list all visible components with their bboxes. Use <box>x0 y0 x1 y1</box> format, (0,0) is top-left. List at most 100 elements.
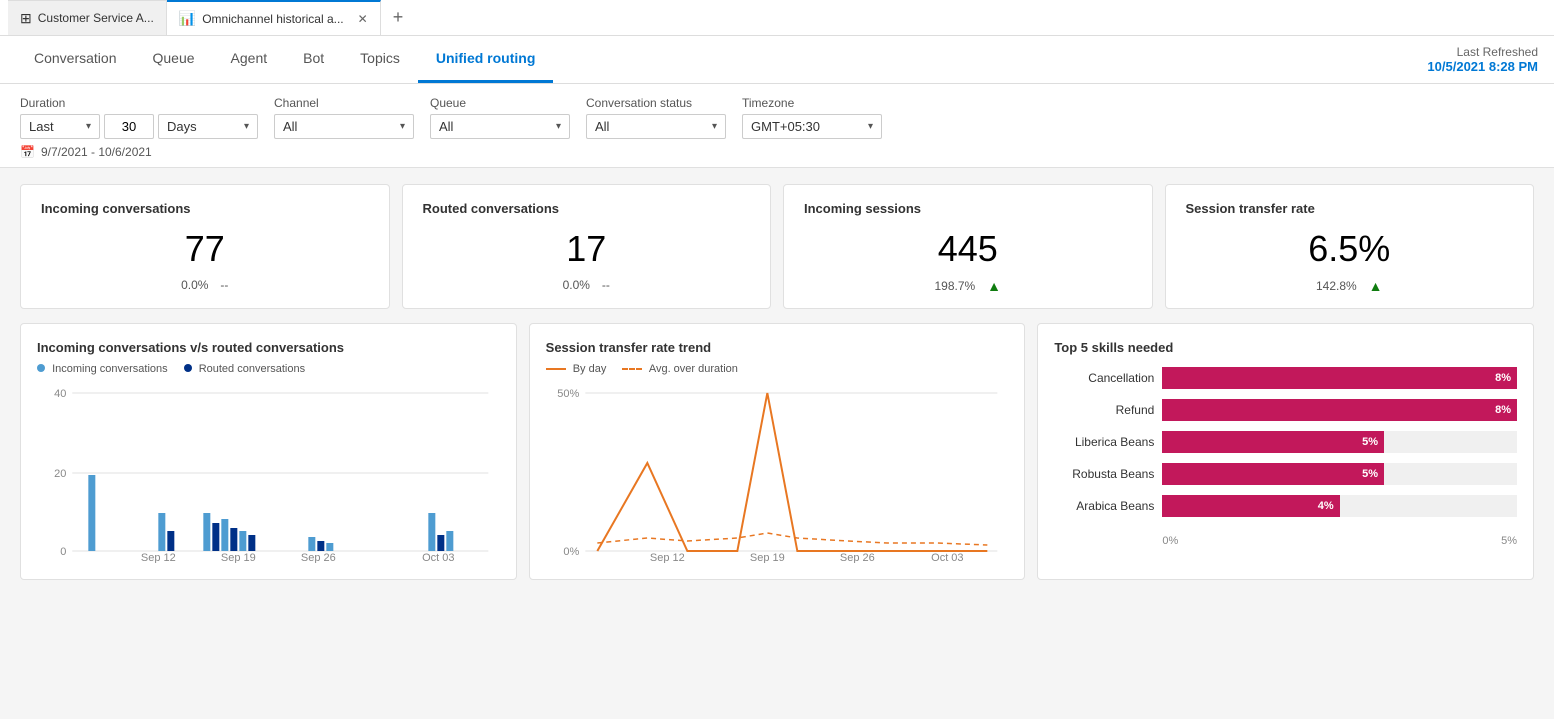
chevron-down-icon: ▾ <box>556 121 561 132</box>
svg-text:Oct 03: Oct 03 <box>931 552 963 563</box>
bar-chart-area: 40 20 0 <box>37 383 500 563</box>
skill-label: Cancellation <box>1054 371 1154 385</box>
duration-controls: Last ▾ Days ▾ <box>20 114 258 139</box>
skill-row: Liberica Beans 5% <box>1054 431 1517 453</box>
date-range: 📅 9/7/2021 - 10/6/2021 <box>20 145 1534 159</box>
tab-customer-service-label: Customer Service A... <box>38 11 154 25</box>
nav-tab-queue[interactable]: Queue <box>135 36 213 83</box>
skill-row: Robusta Beans 5% <box>1054 463 1517 485</box>
last-refreshed-label: Last Refreshed <box>1427 45 1538 59</box>
svg-text:Sep 19: Sep 19 <box>750 552 785 563</box>
timezone-filter: Timezone GMT+05:30 ▾ <box>742 96 882 139</box>
skill-bar-container: 8% <box>1162 399 1517 421</box>
skill-row: Refund 8% <box>1054 399 1517 421</box>
skill-bar: 5% <box>1162 431 1384 453</box>
skill-label: Liberica Beans <box>1054 435 1154 449</box>
skill-bar: 5% <box>1162 463 1384 485</box>
line-chart-card: Session transfer rate trend By day Avg. … <box>529 323 1026 580</box>
kpi-routed-conversations: Routed conversations 17 0.0% -- <box>402 184 772 309</box>
skill-bar-container: 4% <box>1162 495 1517 517</box>
duration-preset-select[interactable]: Last ▾ <box>20 114 100 139</box>
skill-bar-container: 8% <box>1162 367 1517 389</box>
svg-text:Sep 12: Sep 12 <box>141 552 176 563</box>
nav-tab-topics[interactable]: Topics <box>342 36 418 83</box>
kpi-row: Incoming conversations 77 0.0% -- Routed… <box>20 184 1534 309</box>
bar-chart-legend: Incoming conversations Routed conversati… <box>37 363 500 375</box>
kpi-transfer-value: 6.5% <box>1186 228 1514 270</box>
duration-value-input[interactable] <box>104 114 154 139</box>
last-refreshed-value: 10/5/2021 8:28 PM <box>1427 59 1538 74</box>
tab-customer-service[interactable]: ⊞ Customer Service A... <box>8 0 167 35</box>
kpi-routed-title: Routed conversations <box>423 201 751 216</box>
incoming-legend: Incoming conversations <box>37 363 168 375</box>
grid-icon: ⊞ <box>20 10 32 27</box>
nav-tab-conversation[interactable]: Conversation <box>16 36 135 83</box>
by-day-legend: By day <box>546 363 607 375</box>
bar-chart-svg: 40 20 0 <box>37 383 500 563</box>
skill-bar-container: 5% <box>1162 463 1517 485</box>
incoming-dot <box>37 364 45 372</box>
kpi-routed-value: 17 <box>423 228 751 270</box>
duration-unit-select[interactable]: Days ▾ <box>158 114 258 139</box>
kpi-transfer-title: Session transfer rate <box>1186 201 1514 216</box>
bar-chart-card: Incoming conversations v/s routed conver… <box>20 323 517 580</box>
duration-filter: Duration Last ▾ Days ▾ <box>20 96 258 139</box>
trend-up-icon: ▲ <box>987 278 1001 294</box>
nav-tabs: Conversation Queue Agent Bot Topics Unif… <box>16 36 553 83</box>
charts-row: Incoming conversations v/s routed conver… <box>20 323 1534 580</box>
chevron-down-icon: ▾ <box>868 121 873 132</box>
svg-text:40: 40 <box>54 388 66 400</box>
kpi-session-transfer-rate: Session transfer rate 6.5% 142.8% ▲ <box>1165 184 1535 309</box>
chevron-down-icon: ▾ <box>86 121 91 132</box>
avg-legend: Avg. over duration <box>622 363 738 375</box>
skill-bar: 8% <box>1162 399 1517 421</box>
routed-dot <box>184 364 192 372</box>
skill-bar: 4% <box>1162 495 1339 517</box>
channel-label: Channel <box>274 96 414 110</box>
channel-select[interactable]: All ▾ <box>274 114 414 139</box>
trend-up-icon: ▲ <box>1369 278 1383 294</box>
svg-text:Oct 03: Oct 03 <box>422 552 454 563</box>
tab-bar: ⊞ Customer Service A... 📊 Omnichannel hi… <box>0 0 1554 36</box>
kpi-incoming-title: Incoming conversations <box>41 201 369 216</box>
tab-omnichannel-label: Omnichannel historical a... <box>202 12 343 26</box>
skills-chart: Cancellation 8% Refund 8% <box>1054 363 1517 531</box>
nav-bar: Conversation Queue Agent Bot Topics Unif… <box>0 36 1554 84</box>
kpi-incoming-sessions: Incoming sessions 445 198.7% ▲ <box>783 184 1153 309</box>
duration-label: Duration <box>20 96 258 110</box>
skill-bar-container: 5% <box>1162 431 1517 453</box>
tab-close-button[interactable]: ✕ <box>358 12 368 26</box>
line-chart-svg: 50% 0% Sep 12 Sep 19 Sep 26 Oct 03 <box>546 383 1009 563</box>
queue-filter: Queue All ▾ <box>430 96 570 139</box>
avg-dashed-line <box>622 368 642 370</box>
kpi-incoming-conversations: Incoming conversations 77 0.0% -- <box>20 184 390 309</box>
skill-label: Robusta Beans <box>1054 467 1154 481</box>
filter-bar: Duration Last ▾ Days ▾ Channel All ▾ <box>0 84 1554 168</box>
chevron-down-icon: ▾ <box>244 121 249 132</box>
nav-tab-bot[interactable]: Bot <box>285 36 342 83</box>
main-content: Incoming conversations 77 0.0% -- Routed… <box>0 168 1554 719</box>
kpi-incoming-value: 77 <box>41 228 369 270</box>
skills-x-axis: 0% 5% <box>1054 535 1517 547</box>
chart-icon: 📊 <box>179 10 196 27</box>
svg-text:0%: 0% <box>563 546 579 558</box>
skill-label: Refund <box>1054 403 1154 417</box>
tab-add-button[interactable]: + <box>381 0 416 35</box>
nav-tab-unified-routing[interactable]: Unified routing <box>418 36 554 83</box>
svg-text:Sep 26: Sep 26 <box>301 552 336 563</box>
last-refreshed-panel: Last Refreshed 10/5/2021 8:28 PM <box>1427 45 1538 74</box>
skill-label: Arabica Beans <box>1054 499 1154 513</box>
skill-bar: 8% <box>1162 367 1517 389</box>
conversation-status-select[interactable]: All ▾ <box>586 114 726 139</box>
chevron-down-icon: ▾ <box>400 121 405 132</box>
queue-select[interactable]: All ▾ <box>430 114 570 139</box>
tab-omnichannel[interactable]: 📊 Omnichannel historical a... ✕ <box>167 0 381 35</box>
svg-text:50%: 50% <box>557 388 579 400</box>
kpi-incoming-sub: 0.0% -- <box>41 278 369 292</box>
timezone-select[interactable]: GMT+05:30 ▾ <box>742 114 882 139</box>
skill-row: Arabica Beans 4% <box>1054 495 1517 517</box>
svg-text:Sep 12: Sep 12 <box>650 552 685 563</box>
by-day-line <box>546 368 566 370</box>
nav-tab-agent[interactable]: Agent <box>213 36 286 83</box>
kpi-sessions-title: Incoming sessions <box>804 201 1132 216</box>
